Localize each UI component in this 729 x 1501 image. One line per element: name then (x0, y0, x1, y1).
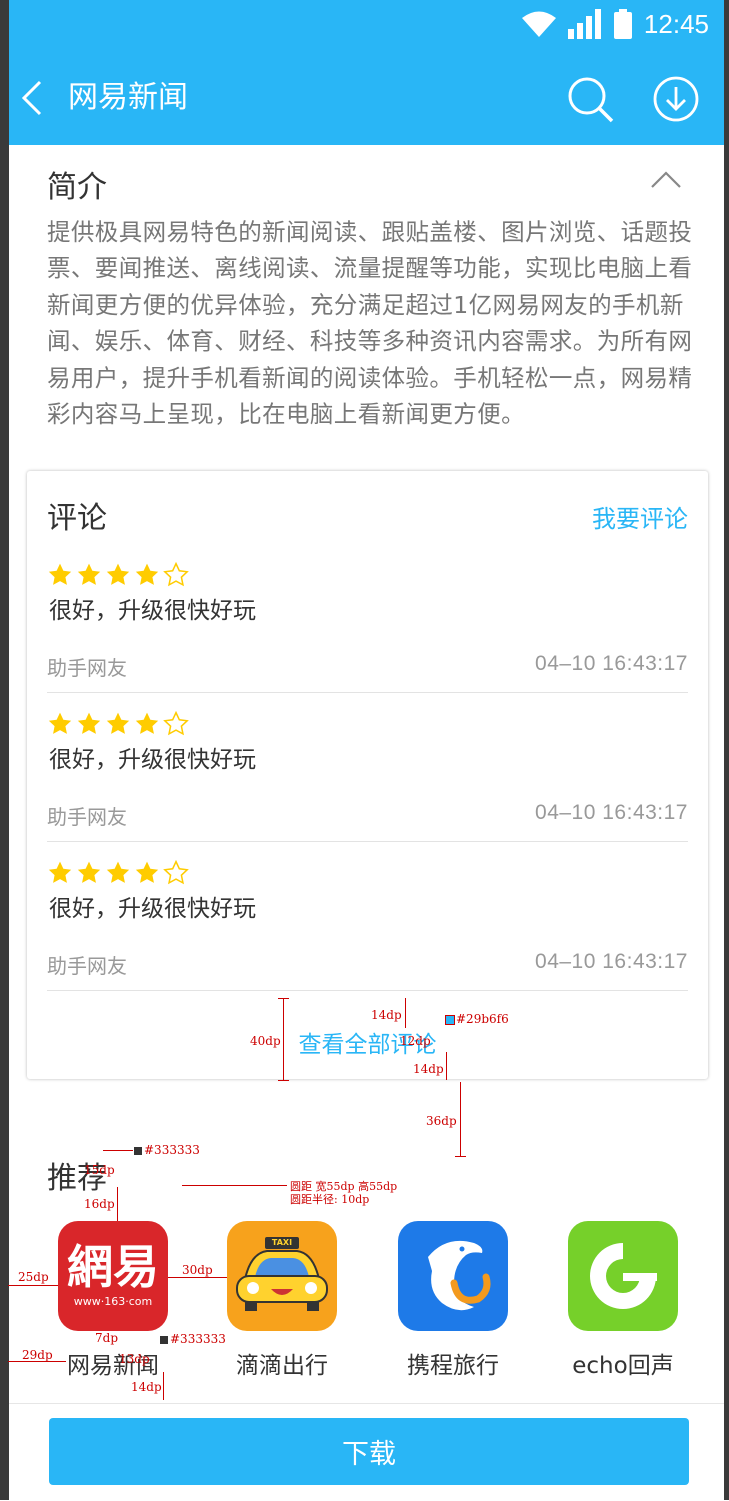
annotation-label: 14dp (371, 1008, 402, 1022)
review-text: 很好，升级很快好玩 (49, 747, 256, 773)
annotation-label: 36dp (426, 1114, 457, 1128)
star-filled-icon (48, 563, 72, 585)
wifi-icon (521, 11, 556, 37)
annotation-label: 12dp (400, 1034, 431, 1048)
review-user: 助手网友 (47, 656, 127, 680)
echo-graphic (590, 1243, 657, 1309)
star-filled-icon (135, 861, 159, 883)
intro-title: 简介 (47, 170, 107, 205)
app-item-didi[interactable]: TAXI 滴滴出行 (227, 1221, 337, 1379)
app-name: 网易新闻 (67, 1353, 159, 1379)
status-bar: 12:45 (521, 8, 709, 40)
review-time: 04–10 16:43:17 (535, 801, 688, 824)
star-empty-icon (163, 711, 189, 736)
annotation-label: #29b6f6 (445, 1012, 509, 1026)
annotation-label: 29dp (22, 1348, 53, 1362)
page-title: 网易新闻 (68, 80, 188, 115)
annotation-label: 40dp (250, 1034, 281, 1048)
app-item-ctrip[interactable]: 携程旅行 (398, 1221, 508, 1379)
annotation-color: #333333 (170, 1332, 226, 1346)
reviews-title: 评论 (47, 501, 107, 536)
annotation-label: 14dp (131, 1380, 162, 1394)
review-time: 04–10 16:43:17 (535, 652, 688, 675)
review-user: 助手网友 (47, 954, 127, 978)
annotation-label: 13dp (119, 1352, 150, 1366)
annotation-label: 14dp (413, 1062, 444, 1076)
app-name: 滴滴出行 (236, 1353, 328, 1379)
app-name: 携程旅行 (407, 1353, 499, 1379)
dolphin-icon[interactable] (398, 1221, 508, 1331)
reviews-card: 评论 我要评论 很好，升级很快好玩 助手网友 04–10 16:43:17 很好… (27, 471, 708, 1079)
battery-icon (613, 9, 632, 39)
app-item-netease[interactable]: 網易 www·163·com 网易新闻 (58, 1221, 168, 1379)
star-filled-icon (106, 712, 130, 734)
annotation-label: 25dp (18, 1270, 49, 1284)
search-icon[interactable] (566, 75, 614, 123)
star-empty-icon (163, 562, 189, 587)
netease-logo-text: 網易 (67, 1240, 159, 1294)
app-name: echo回声 (572, 1353, 674, 1379)
annotation-label: 30dp (182, 1263, 213, 1277)
back-arrow-icon[interactable] (18, 78, 54, 118)
star-rating (47, 711, 189, 737)
divider (47, 990, 688, 991)
annotation-label: #333333 (134, 1143, 200, 1157)
view-all-reviews-link[interactable]: 查看全部评论 (27, 1025, 708, 1059)
dolphin-graphic (428, 1240, 491, 1311)
taxi-sign-text: TAXI (271, 1238, 293, 1247)
star-rating (47, 562, 189, 588)
star-filled-icon (77, 712, 101, 734)
star-filled-icon (135, 563, 159, 585)
star-filled-icon (77, 861, 101, 883)
star-filled-icon (135, 712, 159, 734)
annotation-label: 15dp (84, 1163, 115, 1177)
intro-text: 提供极具网易特色的新闻阅读、跟贴盖楼、图片浏览、话题投票、要闻推送、离线阅读、流… (47, 218, 693, 429)
star-filled-icon (77, 563, 101, 585)
app-item-echo[interactable]: echo回声 (568, 1221, 678, 1379)
chevron-up-icon[interactable] (650, 168, 682, 190)
netease-logo-url: www·163·com (73, 1295, 153, 1308)
annotation-color: #333333 (144, 1143, 200, 1157)
write-review-link[interactable]: 我要评论 (592, 499, 688, 534)
netease-app-icon[interactable]: 網易 www·163·com (58, 1221, 168, 1331)
annotation-label: 7dp (95, 1331, 118, 1345)
star-empty-icon (163, 860, 189, 885)
star-rating (47, 860, 189, 886)
taxi-car-icon[interactable]: TAXI (227, 1221, 337, 1331)
annotation-color: #29b6f6 (456, 1012, 509, 1026)
review-time: 04–10 16:43:17 (535, 950, 688, 973)
left-frame-edge (0, 0, 9, 1500)
annotation-label: #333333 (160, 1332, 226, 1346)
annotation-label: 圆距半径: 10dp (290, 1193, 370, 1206)
status-time: 12:45 (643, 8, 709, 39)
star-filled-icon (106, 563, 130, 585)
star-filled-icon (48, 712, 72, 734)
divider (47, 841, 688, 842)
star-filled-icon (106, 861, 130, 883)
review-text: 很好，升级很快好玩 (49, 598, 256, 624)
review-text: 很好，升级很快好玩 (49, 896, 256, 922)
signal-icon (567, 9, 601, 39)
annotation-label: 16dp (84, 1197, 115, 1211)
divider (47, 692, 688, 693)
review-user: 助手网友 (47, 805, 127, 829)
echo-logo-icon[interactable] (568, 1221, 678, 1331)
star-filled-icon (48, 861, 72, 883)
right-frame-edge (724, 0, 729, 1500)
download-circle-icon[interactable] (652, 75, 700, 123)
download-button[interactable]: 下载 (49, 1418, 689, 1485)
